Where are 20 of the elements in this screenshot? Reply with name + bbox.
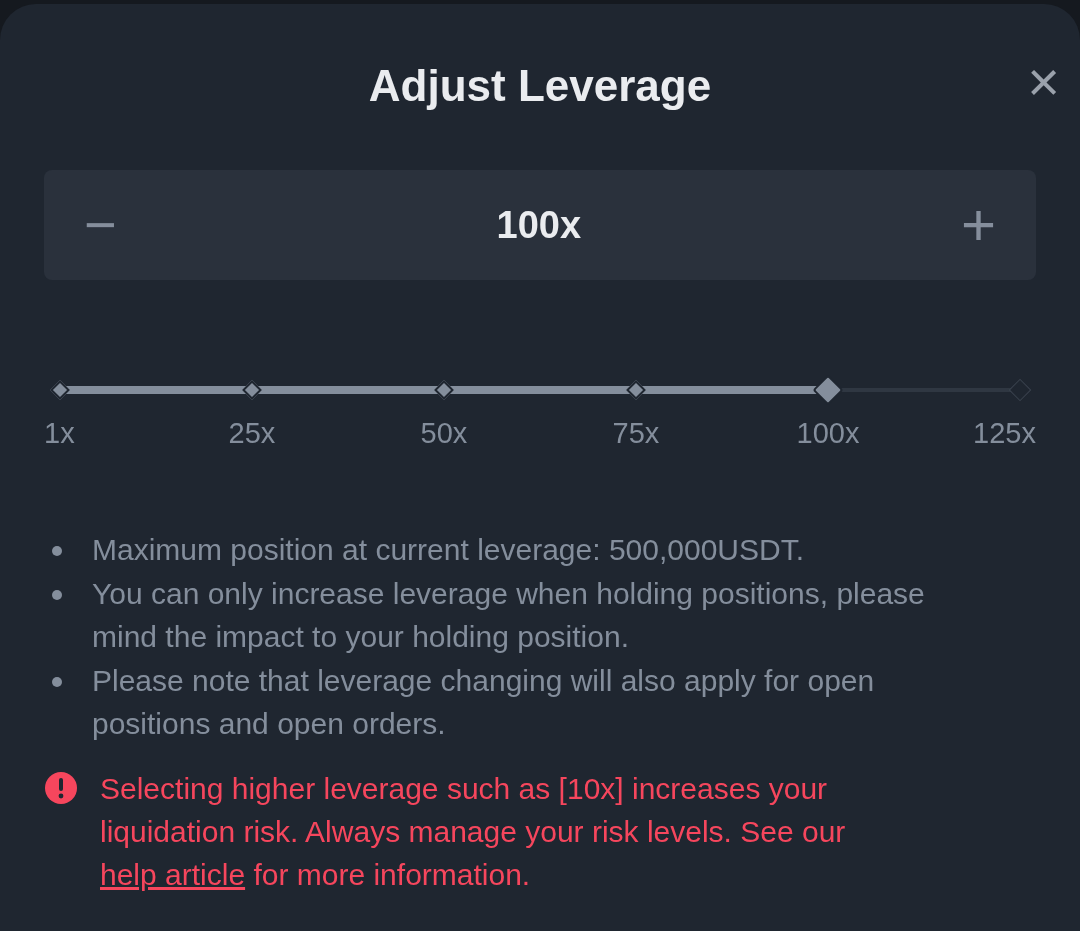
tick-label: 50x: [420, 416, 468, 451]
bullet-icon: [52, 677, 62, 687]
minus-button[interactable]: −: [84, 197, 117, 253]
tick-label: 25x: [228, 416, 276, 451]
tick-label: 75x: [612, 416, 660, 451]
warning-icon: [44, 771, 78, 805]
tick-label: 100x: [796, 416, 860, 451]
leverage-value: 100x: [496, 202, 582, 248]
dialog-title: Adjust Leverage: [368, 60, 712, 112]
bullet-icon: [52, 546, 62, 556]
close-button[interactable]: ×: [1027, 54, 1060, 110]
bullet-icon: [52, 590, 62, 600]
note-text: Please note that leverage changing will also apply for open positions and open orders.: [92, 663, 876, 742]
warning-text: Selecting higher leverage such as [10x] increases your liquidation risk. Always manage your risk levels. See our help article for more information.: [100, 771, 847, 893]
note-text: You can only increase leverage when holding positions, please mind the impact to your holding position.: [92, 576, 926, 655]
tick-label: 125x: [973, 416, 1036, 451]
note-text: Maximum position at current leverage: 500,000USDT.: [92, 532, 804, 568]
plus-button[interactable]: +: [960, 195, 996, 255]
help-link[interactable]: help article: [100, 858, 246, 891]
tick-label: 1x: [44, 416, 75, 451]
